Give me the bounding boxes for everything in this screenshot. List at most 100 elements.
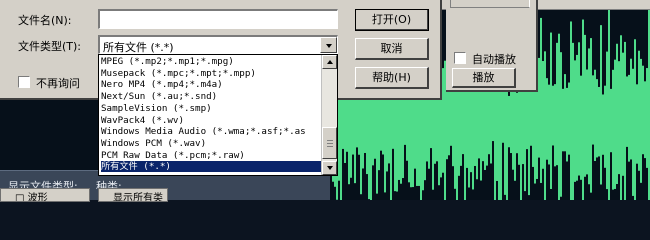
waveform-bar xyxy=(502,85,504,143)
waveform-bar xyxy=(610,88,612,153)
waveform-bar xyxy=(482,89,484,162)
waveform-bar xyxy=(526,85,528,150)
waveform-bar xyxy=(602,94,604,155)
waveform-bar xyxy=(630,58,632,160)
waveform-bar xyxy=(538,57,540,158)
waveform-bar xyxy=(642,65,644,155)
waveform-bar xyxy=(616,43,618,185)
waveform-bar xyxy=(582,19,584,200)
waveform-bar xyxy=(638,50,640,171)
waveform-bar xyxy=(576,54,578,181)
dropdown-option[interactable]: Nero MP4 (*.mp4;*.m4a) xyxy=(101,79,323,90)
play-button[interactable]: 播放 xyxy=(452,68,516,88)
waveform-bar xyxy=(626,76,628,147)
autoplay-label: 自动播放 xyxy=(472,53,516,66)
waveform-bar xyxy=(516,92,518,154)
waveform-bar xyxy=(492,89,494,142)
waveform-bar xyxy=(586,69,588,175)
waveform-bar xyxy=(580,75,582,180)
filetype-combobox-value: 所有文件 (*.*) xyxy=(103,41,174,54)
filename-input[interactable] xyxy=(98,9,338,29)
arrow-down-icon xyxy=(327,166,333,170)
filetype-combobox[interactable]: 所有文件 (*.*) xyxy=(98,35,338,54)
waveform-bar xyxy=(560,52,562,197)
waveform-bar xyxy=(618,61,620,175)
waveform-bar xyxy=(406,92,408,161)
arrow-up-icon xyxy=(327,60,333,64)
waveform-option[interactable]: □ 波形 xyxy=(0,188,90,202)
filename-label: 文件名(N): xyxy=(18,14,72,27)
waveform-bar xyxy=(636,84,638,164)
waveform-bar xyxy=(600,25,602,185)
dropdown-option[interactable]: Next/Sun (*.au;*.snd) xyxy=(101,91,323,102)
waveform-bar xyxy=(392,91,394,149)
waveform-bar xyxy=(510,85,512,154)
waveform-bar xyxy=(574,60,576,182)
dropdown-scrollbar[interactable] xyxy=(321,55,337,175)
waveform-bar xyxy=(572,42,574,200)
waveform-bar xyxy=(620,35,622,200)
waveform-bar xyxy=(548,84,550,165)
waveform-bar xyxy=(584,34,586,177)
waveform-bar xyxy=(544,51,546,200)
waveform-bar xyxy=(552,85,554,146)
waveform-bar xyxy=(598,86,600,157)
dropdown-option[interactable]: Musepack (*.mpc;*.mpt;*.mpp) xyxy=(101,68,323,79)
grip-line xyxy=(327,146,333,147)
no-ask-label: 不再询问 xyxy=(36,77,80,90)
scroll-down-button[interactable] xyxy=(322,161,337,175)
waveform-bar xyxy=(604,85,606,168)
dropdown-option[interactable]: PCM Raw Data (*.pcm;*.raw) xyxy=(101,150,323,161)
waveform-bar xyxy=(466,85,468,168)
waveform-bar xyxy=(546,78,548,160)
waveform-bar xyxy=(550,32,552,189)
dropdown-option[interactable]: MPEG (*.mp2;*.mp1;*.mpg) xyxy=(101,56,323,67)
waveform-bar xyxy=(608,0,610,200)
dropdown-option[interactable]: 所有文件 (*.*) xyxy=(101,161,323,173)
waveform-bar xyxy=(614,59,616,189)
waveform-bar xyxy=(612,69,614,190)
open-button[interactable]: 打开(O) xyxy=(355,9,429,31)
autoplay-checkbox[interactable] xyxy=(454,52,466,64)
dropdown-option[interactable]: WavPack4 (*.wv) xyxy=(101,115,323,126)
waveform-bar xyxy=(606,51,608,190)
help-button[interactable]: 帮助(H) xyxy=(355,67,429,89)
waveform-bar xyxy=(570,21,572,200)
filetype-dropdown-list[interactable]: MPEG (*.mp2;*.mp1;*.mpg) Musepack (*.mpc;… xyxy=(98,54,338,176)
waveform-bar xyxy=(594,69,596,162)
waveform-bar xyxy=(628,74,630,162)
waveform-bar xyxy=(640,58,642,183)
dropdown-option[interactable]: Windows PCM (*.wav) xyxy=(101,138,323,149)
show-all-types-option[interactable]: 显示所有类型 xyxy=(98,188,168,202)
waveform-bar xyxy=(542,61,544,169)
combobox-dropdown-button[interactable] xyxy=(320,37,337,53)
waveform-bar xyxy=(644,81,646,159)
waveform-bar xyxy=(508,95,510,148)
waveform-bar xyxy=(592,75,594,145)
waveform-bar xyxy=(578,42,580,176)
waveform-bar xyxy=(374,89,376,159)
preview-panel: 自动播放 播放 xyxy=(446,0,538,92)
waveform-bar xyxy=(532,85,534,167)
waveform-bar xyxy=(564,74,566,152)
cancel-button[interactable]: 取消 xyxy=(355,38,429,60)
waveform-bar xyxy=(632,68,634,196)
chevron-down-icon xyxy=(326,44,332,48)
waveform-bar xyxy=(558,33,560,200)
waveform-bar xyxy=(460,79,462,166)
waveform-bar xyxy=(634,39,636,200)
scroll-up-button[interactable] xyxy=(322,55,337,69)
scroll-thumb[interactable] xyxy=(322,127,337,159)
panel-frame xyxy=(450,0,530,8)
waveform-bar xyxy=(588,48,590,185)
no-ask-checkbox[interactable] xyxy=(18,76,30,88)
dropdown-option[interactable]: SampleVision (*.smp) xyxy=(101,103,323,114)
waveform-bar xyxy=(624,41,626,200)
waveform-bar xyxy=(590,38,592,193)
waveform-bar xyxy=(442,68,444,173)
grip-line xyxy=(327,143,333,144)
waveform-bar xyxy=(536,83,538,179)
dropdown-option[interactable]: Windows Media Audio (*.wma;*.asf;*.as xyxy=(101,126,323,137)
waveform-bar xyxy=(554,84,556,167)
waveform-bar xyxy=(556,42,558,166)
